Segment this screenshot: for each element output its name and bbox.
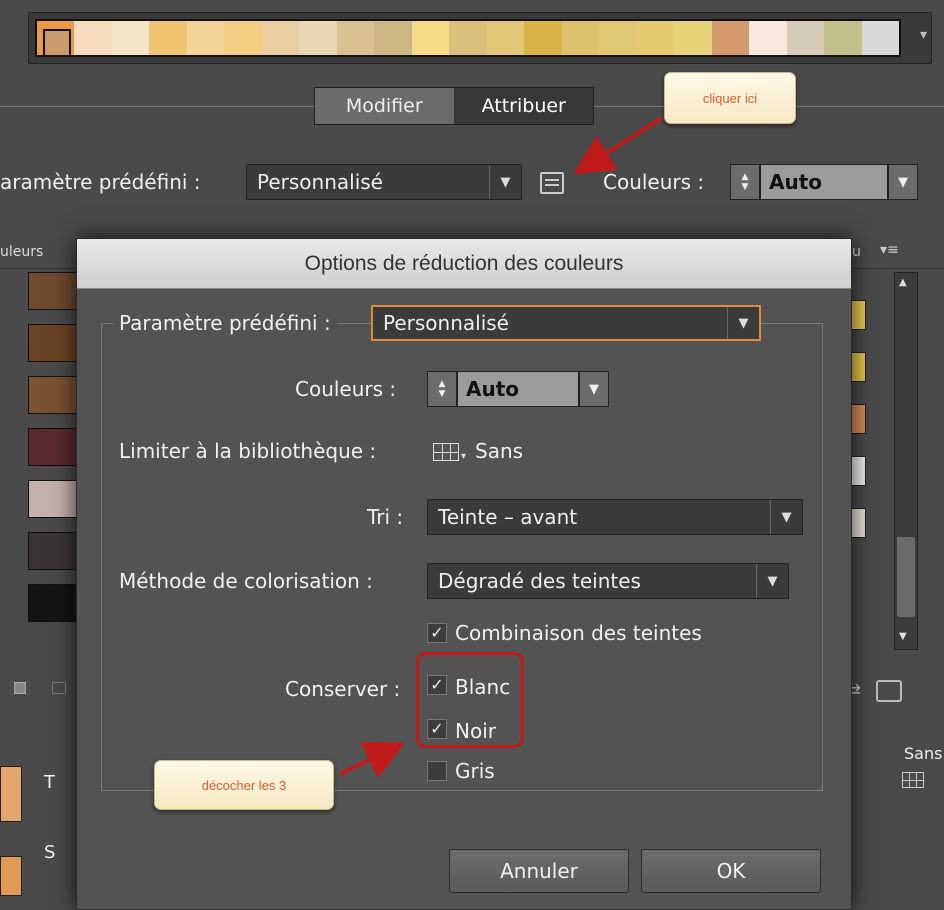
- annotation-arrows: [339, 116, 664, 778]
- callout-click-here: cliquer ici: [664, 72, 796, 124]
- callout-uncheck: décocher les 3: [154, 760, 334, 810]
- arrow-to-checkboxes: [339, 741, 406, 778]
- arrow-to-options-icon: [573, 116, 664, 175]
